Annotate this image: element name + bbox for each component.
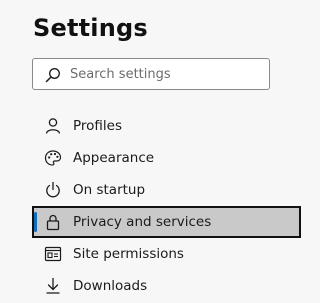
palette-icon (44, 149, 62, 167)
nav-item-label: Profiles (73, 118, 123, 134)
download-icon (44, 277, 62, 295)
nav-item-label: On startup (73, 182, 146, 198)
power-icon (44, 181, 62, 199)
nav-item-label: Site permissions (73, 246, 184, 262)
search-box[interactable] (32, 58, 270, 90)
nav-item-label: Privacy and services (73, 214, 212, 230)
nav-item-site-permissions[interactable]: Site permissions (32, 238, 302, 270)
nav-item-downloads[interactable]: Downloads (32, 270, 302, 302)
lock-icon (44, 213, 62, 231)
nav-item-on-startup[interactable]: On startup (32, 174, 302, 206)
nav-item-profiles[interactable]: Profiles (32, 110, 302, 142)
site-permissions-icon (44, 245, 62, 263)
person-icon (44, 117, 62, 135)
nav-item-privacy-and-services[interactable]: Privacy and services (32, 206, 301, 238)
nav-item-appearance[interactable]: Appearance (32, 142, 302, 174)
nav-item-label: Appearance (73, 150, 155, 166)
search-icon (45, 68, 60, 83)
settings-nav: Profiles Appearance On startup Privacy a… (32, 110, 302, 302)
search-input[interactable] (70, 59, 260, 89)
nav-item-label: Downloads (73, 278, 148, 294)
page-title: Settings (33, 14, 148, 42)
